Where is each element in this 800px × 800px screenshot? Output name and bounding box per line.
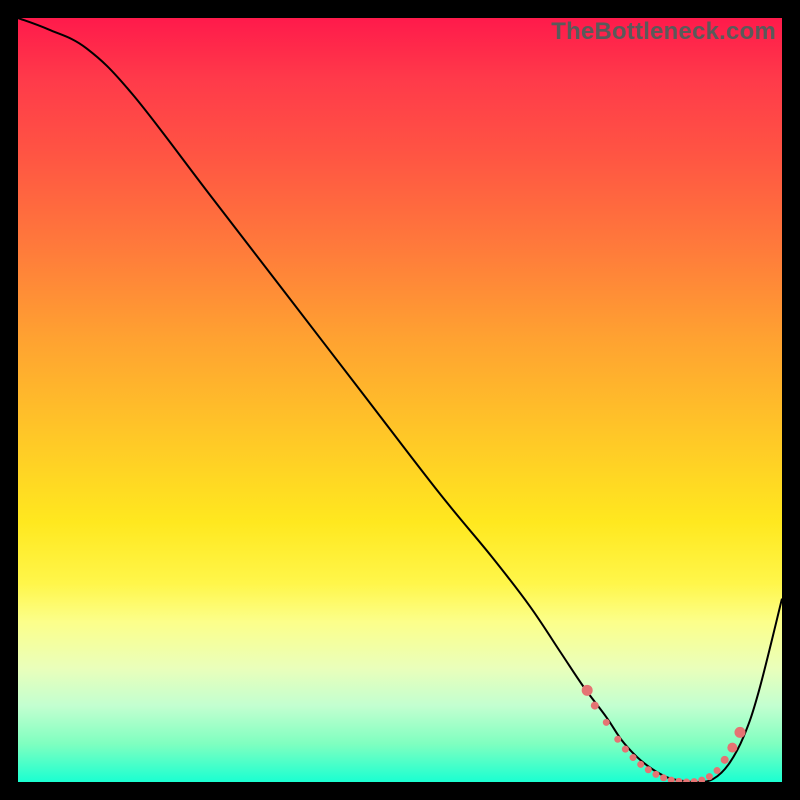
minimum-dot (614, 736, 621, 743)
minimum-dot (582, 685, 593, 696)
minimum-dot (660, 774, 667, 781)
minimum-dot (706, 773, 713, 780)
minimum-dot (637, 761, 644, 768)
minimum-dot (603, 719, 610, 726)
minimum-dot (691, 778, 698, 782)
minimum-dot (683, 779, 690, 783)
minimum-dot (714, 767, 721, 774)
minimum-dot (698, 777, 705, 782)
minimum-dot (645, 766, 652, 773)
minimum-dot (734, 727, 745, 738)
curve-minimum-dots (582, 685, 746, 782)
bottleneck-curve (18, 18, 782, 782)
minimum-dot (630, 754, 637, 761)
minimum-dot (652, 771, 659, 778)
minimum-dot (622, 746, 629, 753)
curve-path (18, 18, 782, 782)
minimum-dot (591, 702, 599, 710)
minimum-dot (727, 743, 737, 753)
chart-plot-area: TheBottleneck.com (18, 18, 782, 782)
minimum-dot (721, 756, 729, 764)
minimum-dot (675, 778, 682, 782)
chart-frame: TheBottleneck.com (0, 0, 800, 800)
